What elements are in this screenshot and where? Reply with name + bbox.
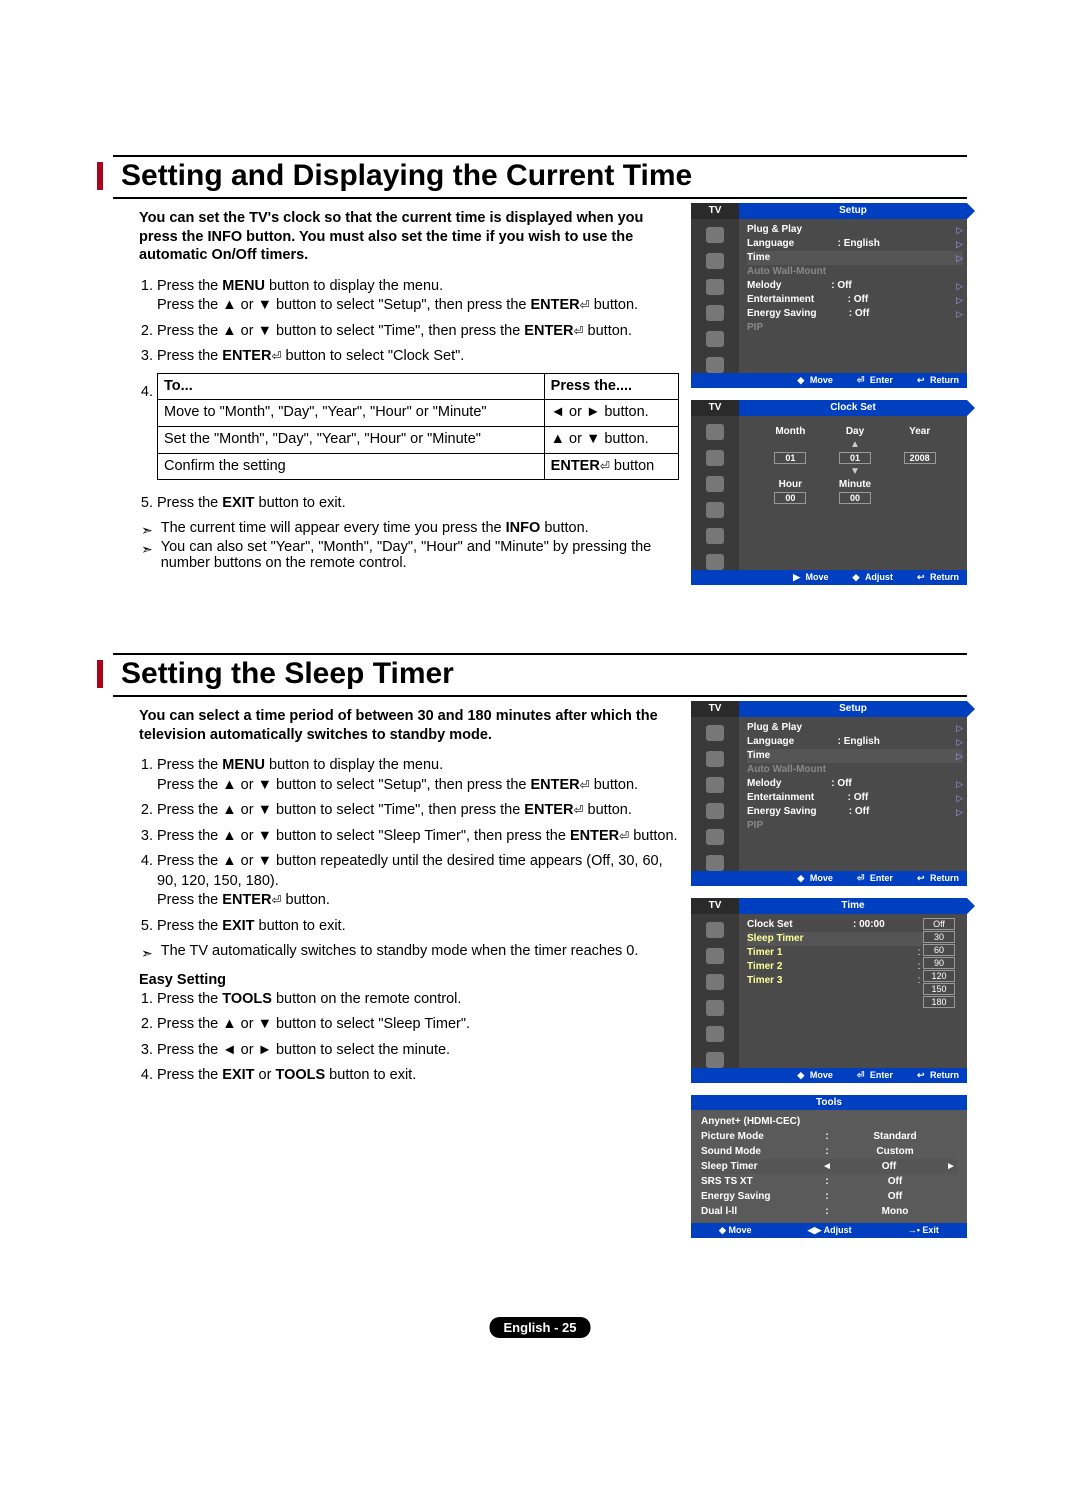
enter-icon: ⏎ bbox=[600, 459, 610, 473]
heading-text: Setting the Sleep Timer bbox=[121, 657, 454, 690]
menu-icon bbox=[706, 855, 724, 871]
menu-icon bbox=[706, 227, 724, 243]
enter-icon: ⏎ bbox=[619, 829, 629, 843]
step-4: Press the ▲ or ▼ button repeatedly until… bbox=[157, 852, 679, 911]
osd-icon-rail bbox=[691, 219, 739, 373]
menu-icon bbox=[706, 922, 724, 938]
note-arrow-icon: ➣ bbox=[141, 522, 153, 539]
menu-icon bbox=[706, 476, 724, 492]
th-to: To... bbox=[158, 373, 545, 400]
menu-icon bbox=[706, 803, 724, 819]
menu-icon bbox=[706, 751, 724, 767]
step-1: Press the MENU button to display the men… bbox=[157, 756, 679, 795]
easy-setting-head: Easy Setting bbox=[139, 972, 679, 988]
enter-icon: ⏎ bbox=[580, 298, 590, 312]
note-arrow-icon: ➣ bbox=[141, 541, 153, 573]
th-press: Press the.... bbox=[544, 373, 678, 400]
step-5: Press the EXIT button to exit. bbox=[157, 917, 679, 937]
step-3: Press the ▲ or ▼ button to select "Sleep… bbox=[157, 827, 679, 847]
menu-icon bbox=[706, 974, 724, 990]
note-arrow-icon: ➣ bbox=[141, 945, 153, 962]
menu-icon bbox=[706, 1000, 724, 1016]
menu-icon bbox=[706, 424, 724, 440]
easy-step-1: Press the TOOLS button on the remote con… bbox=[157, 990, 679, 1010]
steps-list: Press the MENU button to display the men… bbox=[113, 277, 679, 514]
menu-icon bbox=[706, 305, 724, 321]
osd-setup-2: TV Setup Plug & Play▷ Language: English▷… bbox=[691, 701, 967, 886]
osd-setup-1: TV Setup Plug & Play▷ bbox=[691, 203, 967, 388]
section-sleep-timer: Setting the Sleep Timer You can select a… bbox=[113, 653, 967, 1238]
step-1: Press the MENU button to display the men… bbox=[157, 277, 679, 316]
step-2: Press the ▲ or ▼ button to select "Time"… bbox=[157, 322, 679, 342]
enter-icon: ⏎ bbox=[573, 324, 583, 338]
osd-icon-rail bbox=[691, 416, 739, 570]
menu-icon bbox=[706, 554, 724, 570]
steps-list-2: Press the MENU button to display the men… bbox=[113, 756, 679, 937]
menu-icon bbox=[706, 829, 724, 845]
step-5: Press the EXIT button to exit. bbox=[157, 494, 679, 514]
menu-icon bbox=[706, 777, 724, 793]
menu-icon bbox=[706, 528, 724, 544]
section-current-time: Setting and Displaying the Current Time … bbox=[113, 155, 967, 597]
enter-icon: ⏎ bbox=[271, 893, 281, 907]
heading-bar-icon bbox=[97, 660, 103, 688]
menu-icon bbox=[706, 279, 724, 295]
step-3: Press the ENTER⏎ button to select "Clock… bbox=[157, 347, 679, 367]
action-table: To... Press the.... Move to "Month", "Da… bbox=[157, 373, 679, 480]
note-1: ➣ The current time will appear every tim… bbox=[141, 520, 679, 537]
menu-icon bbox=[706, 253, 724, 269]
note-standby: ➣ The TV automatically switches to stand… bbox=[141, 943, 679, 960]
osd-tv-label: TV bbox=[691, 203, 739, 219]
easy-step-3: Press the ◄ or ► button to select the mi… bbox=[157, 1041, 679, 1061]
osd-title: Setup bbox=[739, 203, 967, 219]
heading-current-time: Setting and Displaying the Current Time bbox=[113, 155, 967, 199]
intro-text: You can select a time period of between … bbox=[113, 707, 679, 744]
easy-step-4: Press the EXIT or TOOLS button to exit. bbox=[157, 1066, 679, 1086]
sleep-timer-options: Off 30 60 90 120 150 180 bbox=[923, 918, 955, 1064]
table-row: Set the "Month", "Day", "Year", "Hour" o… bbox=[158, 427, 679, 454]
osd-tv-label: TV bbox=[691, 400, 739, 416]
table-row: Confirm the setting ENTER⏎ button bbox=[158, 453, 679, 480]
current-time-body: You can set the TV's clock so that the c… bbox=[113, 203, 679, 597]
step-4: To... Press the.... Move to "Month", "Da… bbox=[157, 373, 679, 480]
menu-icon bbox=[706, 1026, 724, 1042]
osd-title: Clock Set bbox=[739, 400, 967, 416]
menu-icon bbox=[706, 725, 724, 741]
sleep-timer-body: You can select a time period of between … bbox=[113, 701, 679, 1238]
foot-move: ◆ Move bbox=[791, 375, 832, 386]
easy-step-2: Press the ▲ or ▼ button to select "Sleep… bbox=[157, 1015, 679, 1035]
enter-icon: ⏎ bbox=[580, 778, 590, 792]
note-2: ➣ You can also set "Year", "Month", "Day… bbox=[141, 539, 679, 571]
easy-steps: Press the TOOLS button on the remote con… bbox=[113, 990, 679, 1086]
menu-icon bbox=[706, 450, 724, 466]
osd-time: TV Time Clock Set: 00:00 Sleep Timer Tim… bbox=[691, 898, 967, 1083]
osd-clock-set: TV Clock Set bbox=[691, 400, 967, 585]
heading-bar-icon bbox=[97, 162, 103, 190]
enter-icon: ⏎ bbox=[271, 349, 281, 363]
menu-icon bbox=[706, 502, 724, 518]
foot-return: ↩ Return bbox=[911, 375, 959, 386]
heading-text: Setting and Displaying the Current Time bbox=[121, 159, 692, 192]
foot-enter: ⏎ Enter bbox=[851, 375, 893, 386]
table-row: Move to "Month", "Day", "Year", "Hour" o… bbox=[158, 400, 679, 427]
menu-icon bbox=[706, 357, 724, 373]
step-2: Press the ▲ or ▼ button to select "Time"… bbox=[157, 801, 679, 821]
menu-icon bbox=[706, 331, 724, 347]
menu-icon bbox=[706, 948, 724, 964]
page-footer: English - 25 bbox=[490, 1317, 591, 1338]
intro-text: You can set the TV's clock so that the c… bbox=[113, 209, 679, 265]
osd-tools: Tools Anynet+ (HDMI-CEC) Picture Mode:St… bbox=[691, 1095, 967, 1238]
menu-icon bbox=[706, 1052, 724, 1068]
enter-icon: ⏎ bbox=[573, 803, 583, 817]
heading-sleep-timer: Setting the Sleep Timer bbox=[113, 653, 967, 697]
